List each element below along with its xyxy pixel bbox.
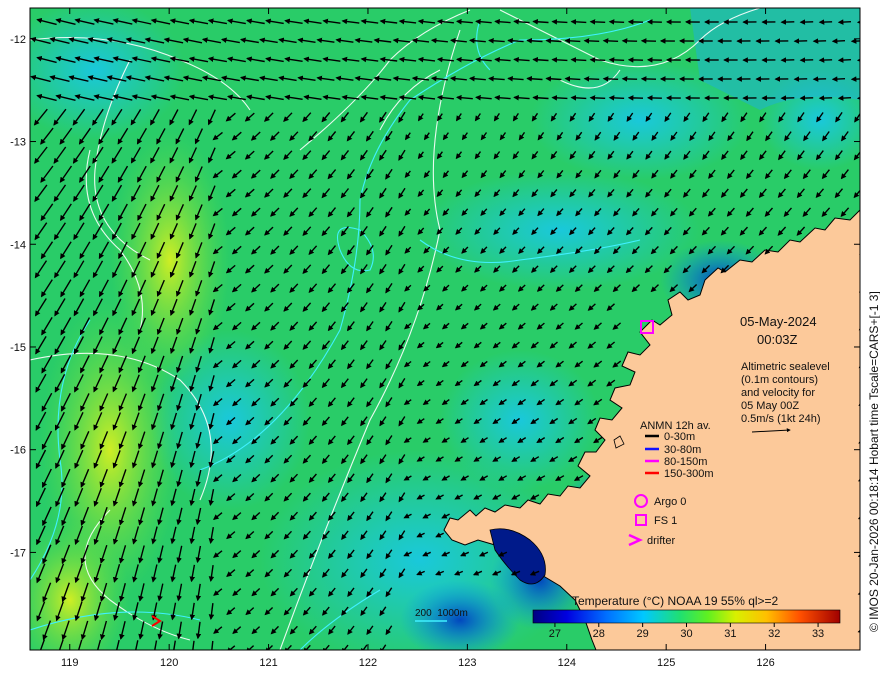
legend-depth-label: 30-80m: [664, 444, 701, 456]
lat-tick-label: -14: [10, 239, 26, 251]
annotation-line: and velocity for: [741, 387, 815, 399]
lon-tick-label: 121: [259, 657, 277, 669]
velocity-arrow: [545, 38, 562, 44]
lon-tick-label: 123: [458, 657, 476, 669]
velocity-arrow: [570, 95, 587, 101]
velocity-arrow: [608, 57, 625, 63]
velocity-arrow: [831, 38, 846, 44]
velocity-arrow: [608, 19, 625, 25]
colorbar-tick-label: 28: [593, 628, 605, 640]
velocity-arrow: [526, 38, 543, 44]
velocity-arrow: [551, 95, 568, 101]
lat-tick-label: -17: [10, 547, 26, 559]
velocity-arrow: [859, 173, 860, 180]
annotation-date: 05-May-2024: [740, 314, 817, 329]
colorbar-tick-label: 30: [680, 628, 692, 640]
velocity-arrow: [564, 76, 581, 82]
legend-symbol-label: drifter: [647, 535, 675, 547]
velocity-arrow: [545, 76, 562, 82]
velocity-arrow: [570, 57, 587, 63]
velocity-arrow: [608, 95, 625, 101]
annotation-line: 05 May 00Z: [741, 400, 799, 412]
colorbar-tick-label: 27: [549, 628, 561, 640]
bathy-legend-label: 200 1000m: [415, 608, 468, 619]
lon-tick-label: 126: [756, 657, 774, 669]
velocity-arrow: [551, 57, 568, 63]
velocity-arrow: [859, 248, 860, 255]
velocity-arrow: [532, 57, 549, 63]
velocity-arrow: [589, 95, 606, 101]
velocity-arrow: [526, 76, 543, 82]
velocity-arrow: [551, 19, 568, 25]
velocity-arrow: [583, 38, 600, 44]
colorbar-tick-label: 32: [768, 628, 780, 640]
colorbar-tick-label: 33: [812, 628, 824, 640]
velocity-arrow: [837, 95, 852, 101]
annotation-line: 0.5m/s (1kt 24h): [741, 413, 820, 425]
velocity-arrow: [831, 76, 846, 82]
velocity-arrow: [532, 19, 549, 25]
lat-tick-label: -15: [10, 342, 26, 354]
lon-tick-label: 122: [359, 657, 377, 669]
legend-depth-label: 80-150m: [664, 456, 707, 468]
colorbar: [532, 609, 841, 624]
velocity-arrow: [589, 19, 606, 25]
lon-tick-label: 125: [657, 657, 675, 669]
ocean-temperature-map: 05-May-2024 00:03Z Altimetric sealevel (…: [10, 7, 880, 669]
velocity-arrow: [858, 286, 860, 293]
lat-tick-label: -13: [10, 137, 26, 149]
lat-tick-label: -12: [10, 34, 26, 46]
lat-tick-label: -16: [10, 445, 26, 457]
side-caption: © IMOS 20-Jan-2026 00:18:14 Hobart time …: [867, 291, 880, 632]
legend-depth-label: 0-30m: [664, 431, 695, 443]
velocity-arrow: [589, 57, 606, 63]
annotation-line: Altimetric sealevel: [741, 361, 830, 373]
annotation-line: (0.1m contours): [741, 374, 818, 386]
velocity-arrow: [602, 76, 619, 82]
velocity-arrow: [859, 211, 860, 218]
velocity-arrow: [837, 57, 852, 63]
lon-tick-label: 119: [61, 657, 79, 669]
annotation-time: 00:03Z: [757, 332, 798, 347]
velocity-arrow: [602, 38, 619, 44]
velocity-arrow: [583, 76, 600, 82]
velocity-arrow: [837, 19, 852, 25]
legend-depth-label: 150-300m: [664, 468, 714, 480]
lon-tick-label: 120: [160, 657, 178, 669]
colorbar-tick-label: 31: [724, 628, 736, 640]
legend-symbol-label: FS 1: [654, 515, 677, 527]
velocity-arrow: [850, 76, 860, 82]
velocity-arrow: [859, 135, 860, 142]
lon-tick-label: 124: [558, 657, 576, 669]
velocity-arrow: [850, 38, 860, 44]
velocity-arrow: [570, 19, 587, 25]
colorbar-title: Temperature (°C) NOAA 19 55% ql>=2: [572, 594, 779, 608]
velocity-arrow: [564, 38, 581, 44]
velocity-arrow: [532, 95, 549, 101]
legend-symbol-label: Argo 0: [654, 496, 686, 508]
colorbar-tick-label: 29: [637, 628, 649, 640]
